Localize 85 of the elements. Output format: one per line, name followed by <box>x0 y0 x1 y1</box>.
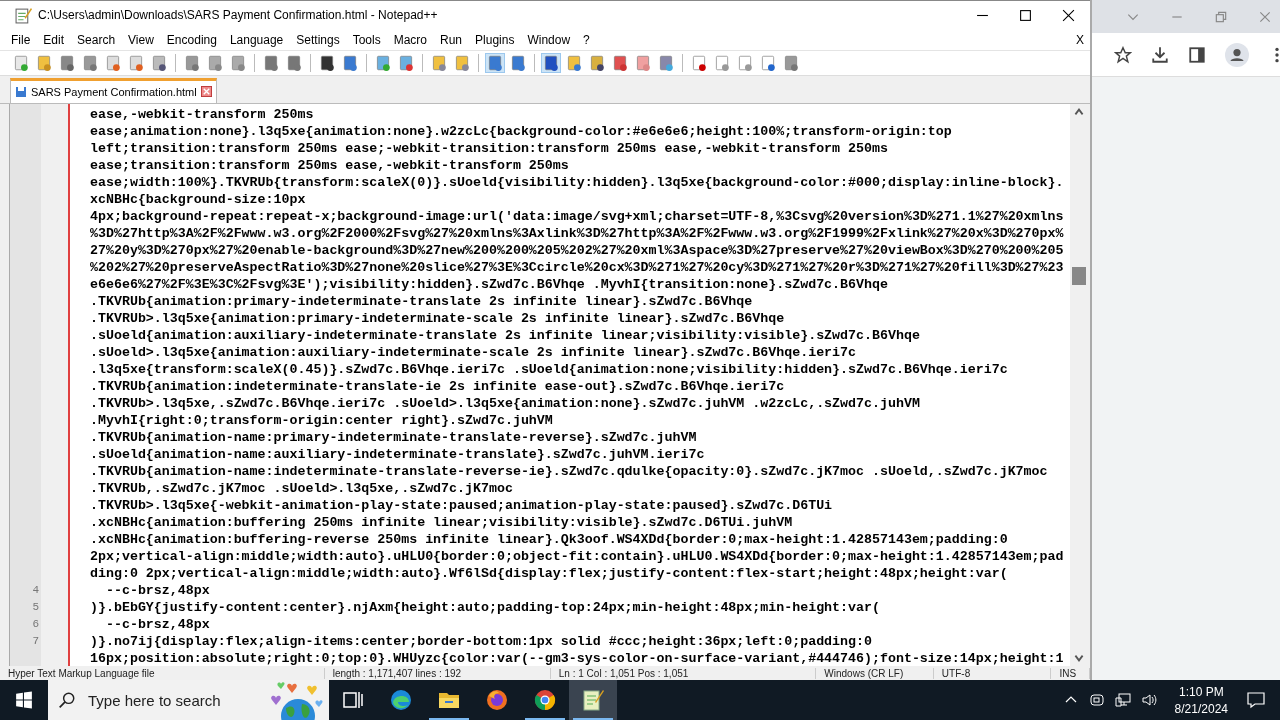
search-box[interactable]: Type here to search <box>48 680 329 720</box>
code-line: ease;transition:transform 250ms ease,-webkit-transform 250ms <box>90 157 569 173</box>
code-line: 4px;background-repeat:repeat-x;background-image:url('data:image/svg+xml;charset=UTF-8,%3Csvg%20version%3D%271.1%27%20xmlns <box>90 208 1064 224</box>
code-line: ease,-webkit-transform 250ms <box>90 106 314 122</box>
code-line: %3D%27http%3A%2F%2Fwww.w3.org%2F2000%2Fsvg%27%20xmlns%3Axlink%3D%27http%3A%2F%2Fwww.w3.org%2F1999%2Fxlink%27%20x%3D%270px% <box>90 225 1064 241</box>
code-line: e6e6e6%27%2F%3E%3C%2Fsvg%3E');visibility:hidden}.sZwd7c.B6Vhqe .MyvhI{transition:none}.sZwd7c.B6Vhqe <box>90 276 888 292</box>
window-title: C:\Users\admin\Downloads\SARS Payment Confirmation.html - Notepad++ <box>38 8 438 23</box>
notepad-taskbar-button[interactable] <box>569 680 617 720</box>
code-line: 16px;position:absolute;right:0;top:0}.WHUyzc{color:var(--gm3-sys-color-on-surface-variant,#444746);font-size:14px;height:1 <box>90 650 1064 666</box>
scroll-thumb[interactable] <box>1072 266 1086 285</box>
notification-icon[interactable] <box>1246 690 1266 710</box>
clock-date[interactable]: 8/21/2024 <box>1174 701 1228 716</box>
search-field[interactable]: Type here to search <box>86 690 250 710</box>
code-line: %202%27%20preserveAspectRatio%3D%27none%20slice%27%3E%3Ccircle%20cx%3D%271%27%20cy%3D%271%27%20r%3D%271%27%20fill%3D%27%23 <box>90 259 1064 275</box>
avatar-icon[interactable] <box>1225 42 1249 67</box>
status-text: Ln : 1 Col : 1,051 Pos : 1,051 <box>550 667 817 679</box>
code-line: .TKVRUb>.l3q5xe{-webkit-animation-play-state:paused;animation-play-state:paused}.sZwd7c.D6TUi <box>90 497 833 513</box>
menu-item[interactable]: Plugins <box>475 32 515 47</box>
line-number: 4 <box>32 583 39 596</box>
code-line: 2px;vertical-align:middle;width:auto}.uHLU0{border:0;object-fit:contain}.uHLU0.WS4XDd{border:0;max-height:1.42857143em;pad <box>90 548 1064 564</box>
code-line: .TKVRUb>.l3q5xe{animation:primary-indeterminate-scale 2s infinite linear}.sZwd7c.B6Vhqe <box>90 310 785 326</box>
code-line: .TKVRUb,.sZwd7c.jK7moc .sUoeld>.l3q5xe,.sZwd7c.jK7moc <box>90 480 513 496</box>
menu-item[interactable]: Encoding <box>166 32 217 47</box>
status-text: INS <box>1051 667 1090 679</box>
camera-icon[interactable] <box>1088 692 1105 708</box>
menu-item[interactable]: ? <box>583 32 590 47</box>
menu-item[interactable]: Language <box>229 32 284 47</box>
close-document-button[interactable]: X <box>1076 32 1090 47</box>
search-icon[interactable] <box>58 691 76 709</box>
code-line: ding:0 2px;vertical-align:middle;width:auto}.Wf6lSd{display:flex;justify-content:flex-start;height:48px;height:var( <box>90 565 1008 581</box>
code-line: .TKVRUb{animation:primary-indeterminate-translate 2s infinite linear}.sZwd7c.B6Vhqe <box>90 293 753 309</box>
menu-item[interactable]: View <box>128 32 154 47</box>
code-line: .sUoeld>.l3q5xe{animation:auxiliary-indeterminate-scale 2s infinite linear}.sZwd7c.B6Vhqe.ieri7c <box>90 344 857 360</box>
code-line: )}.no7ij{display:flex;align-items:center;border-bottom:1px solid #ccc;height:36px;left:0;padding:0 <box>90 633 872 649</box>
code-line: .TKVRUb>.l3q5xe,.sZwd7c.B6Vhqe.ieri7c .sUoeld>.l3q5xe{animation:none}.sZwd7c.juhVM .w2zcLc,.sZwd7c.juhVM <box>90 395 920 411</box>
menu-item[interactable]: Edit <box>43 32 65 47</box>
code-line: ease;width:100%}.TKVRUb{transform:scaleX(0)}.sUoeld{visibility:hidden}.l3q5xe{background-color:#000;display:inline-block}. <box>90 174 1064 190</box>
code-line: 27%20y%3D%270px%27%20enable-background%3D%27new%200%200%205%202%27%20xml%3Aspace%3D%27preserve%27%20viewBox%3D%270%200%205 <box>90 242 1064 258</box>
code-line: .MyvhI{right:0;transform-origin:center right}.sZwd7c.juhVM <box>90 412 553 428</box>
menu-item[interactable]: File <box>11 32 31 47</box>
code-line: .l3q5xe{transform:scaleX(0.45)}.sZwd7c.B6Vhqe.ieri7c .sUoeld{animation:none;visibility:hidden}.sZwd7c.B6Vhqe.ieri7c <box>90 361 1008 377</box>
network-icon[interactable] <box>1114 692 1131 708</box>
chrome-icon <box>533 688 557 712</box>
code-line: .TKVRUb{animation-name:indeterminate-translate-reverse-ie}.sZwd7c.qdulke{opacity:0}.sZwd7c.jK7moc .sUoeld,.sZwd7c.jK7moc <box>90 463 1048 479</box>
line-number: 6 <box>32 617 39 630</box>
code-line: .TKVRUb{animation-name:primary-indeterminate-translate-reverse}.sZwd7c.juhVM <box>90 429 697 445</box>
code-line: .xcNBHc{animation:buffering-reverse 250ms infinite linear}.Qk3oof.WS4XDd{border:0;max-height:1.42857143em;padding:0 <box>90 531 1008 547</box>
menu-item[interactable]: Macro <box>393 32 427 47</box>
status-text: length : 1,171,407 lines : 192 <box>324 667 551 679</box>
menu-item[interactable]: Run <box>440 32 463 47</box>
download-icon[interactable] <box>1151 45 1169 64</box>
menu-item[interactable]: Tools <box>352 32 381 47</box>
notepad-icon <box>581 688 605 712</box>
running-indicator <box>525 718 565 720</box>
edge-icon <box>389 688 413 712</box>
line-number: 5 <box>32 600 39 613</box>
restore-icon[interactable] <box>1214 9 1228 24</box>
menu-item[interactable]: Window <box>527 32 571 47</box>
code-line: --c-brsz,48px <box>104 616 210 632</box>
code-line: xcNBHc{background-size:10px <box>90 191 306 207</box>
running-indicator <box>573 718 613 720</box>
fox-globe-icon <box>485 688 509 712</box>
code-line: --c-brsz,48px <box>104 582 210 598</box>
code-line: .sUoeld{animation-name:auxiliary-indeterminate-translate}.sZwd7c.juhVM.ieri7c <box>90 446 705 462</box>
code-line: .xcNBHc{animation:buffering 250ms infinite linear;visibility:visible}.sZwd7c.D6TUi.juhVM <box>90 514 793 530</box>
code-line: .TKVRUb{animation:indeterminate-translate-ie 2s infinite ease-out}.sZwd7c.B6Vhqe.ieri7c <box>90 378 785 394</box>
code-line: ease;animation:none}.l3q5xe{animation:none}.w2zcLc{background-color:#e6e6e6;height:100%;transform-origin:top <box>90 123 952 139</box>
volume-icon[interactable] <box>1140 692 1157 708</box>
code-line: left;transition:transform 250ms ease;-webkit-transition:transform 250ms ease,-webkit-transform 250ms <box>90 140 888 156</box>
status-text: Windows (CR LF) <box>816 667 934 679</box>
status-text: Hyper Text Markup Language file <box>0 667 325 679</box>
menu-item[interactable]: Settings <box>296 32 340 47</box>
menu-item[interactable]: Search <box>77 32 116 47</box>
code-line: .sUoeld{animation:auxiliary-indeterminate-translate 2s infinite linear;visibility:visible}.sZwd7c.B6Vhqe <box>90 327 920 343</box>
status-text: UTF-8 <box>933 667 1052 679</box>
maximize-icon[interactable] <box>1019 8 1032 22</box>
star-icon[interactable] <box>1114 45 1132 64</box>
line-number: 7 <box>32 634 39 647</box>
file-tab[interactable]: SARS Payment Confirmation.html <box>10 77 217 103</box>
running-indicator <box>429 718 469 720</box>
side-panel-icon[interactable] <box>1188 45 1206 64</box>
clock-time[interactable]: 1:10 PM <box>1178 684 1224 699</box>
notepad-icon <box>15 6 32 24</box>
code-line: )}.bEbGY{justify-content:center}.njAxm{height:auto;padding-top:24px;min-height:48px;min-height:var( <box>90 599 880 615</box>
close-icon[interactable] <box>1062 8 1075 22</box>
